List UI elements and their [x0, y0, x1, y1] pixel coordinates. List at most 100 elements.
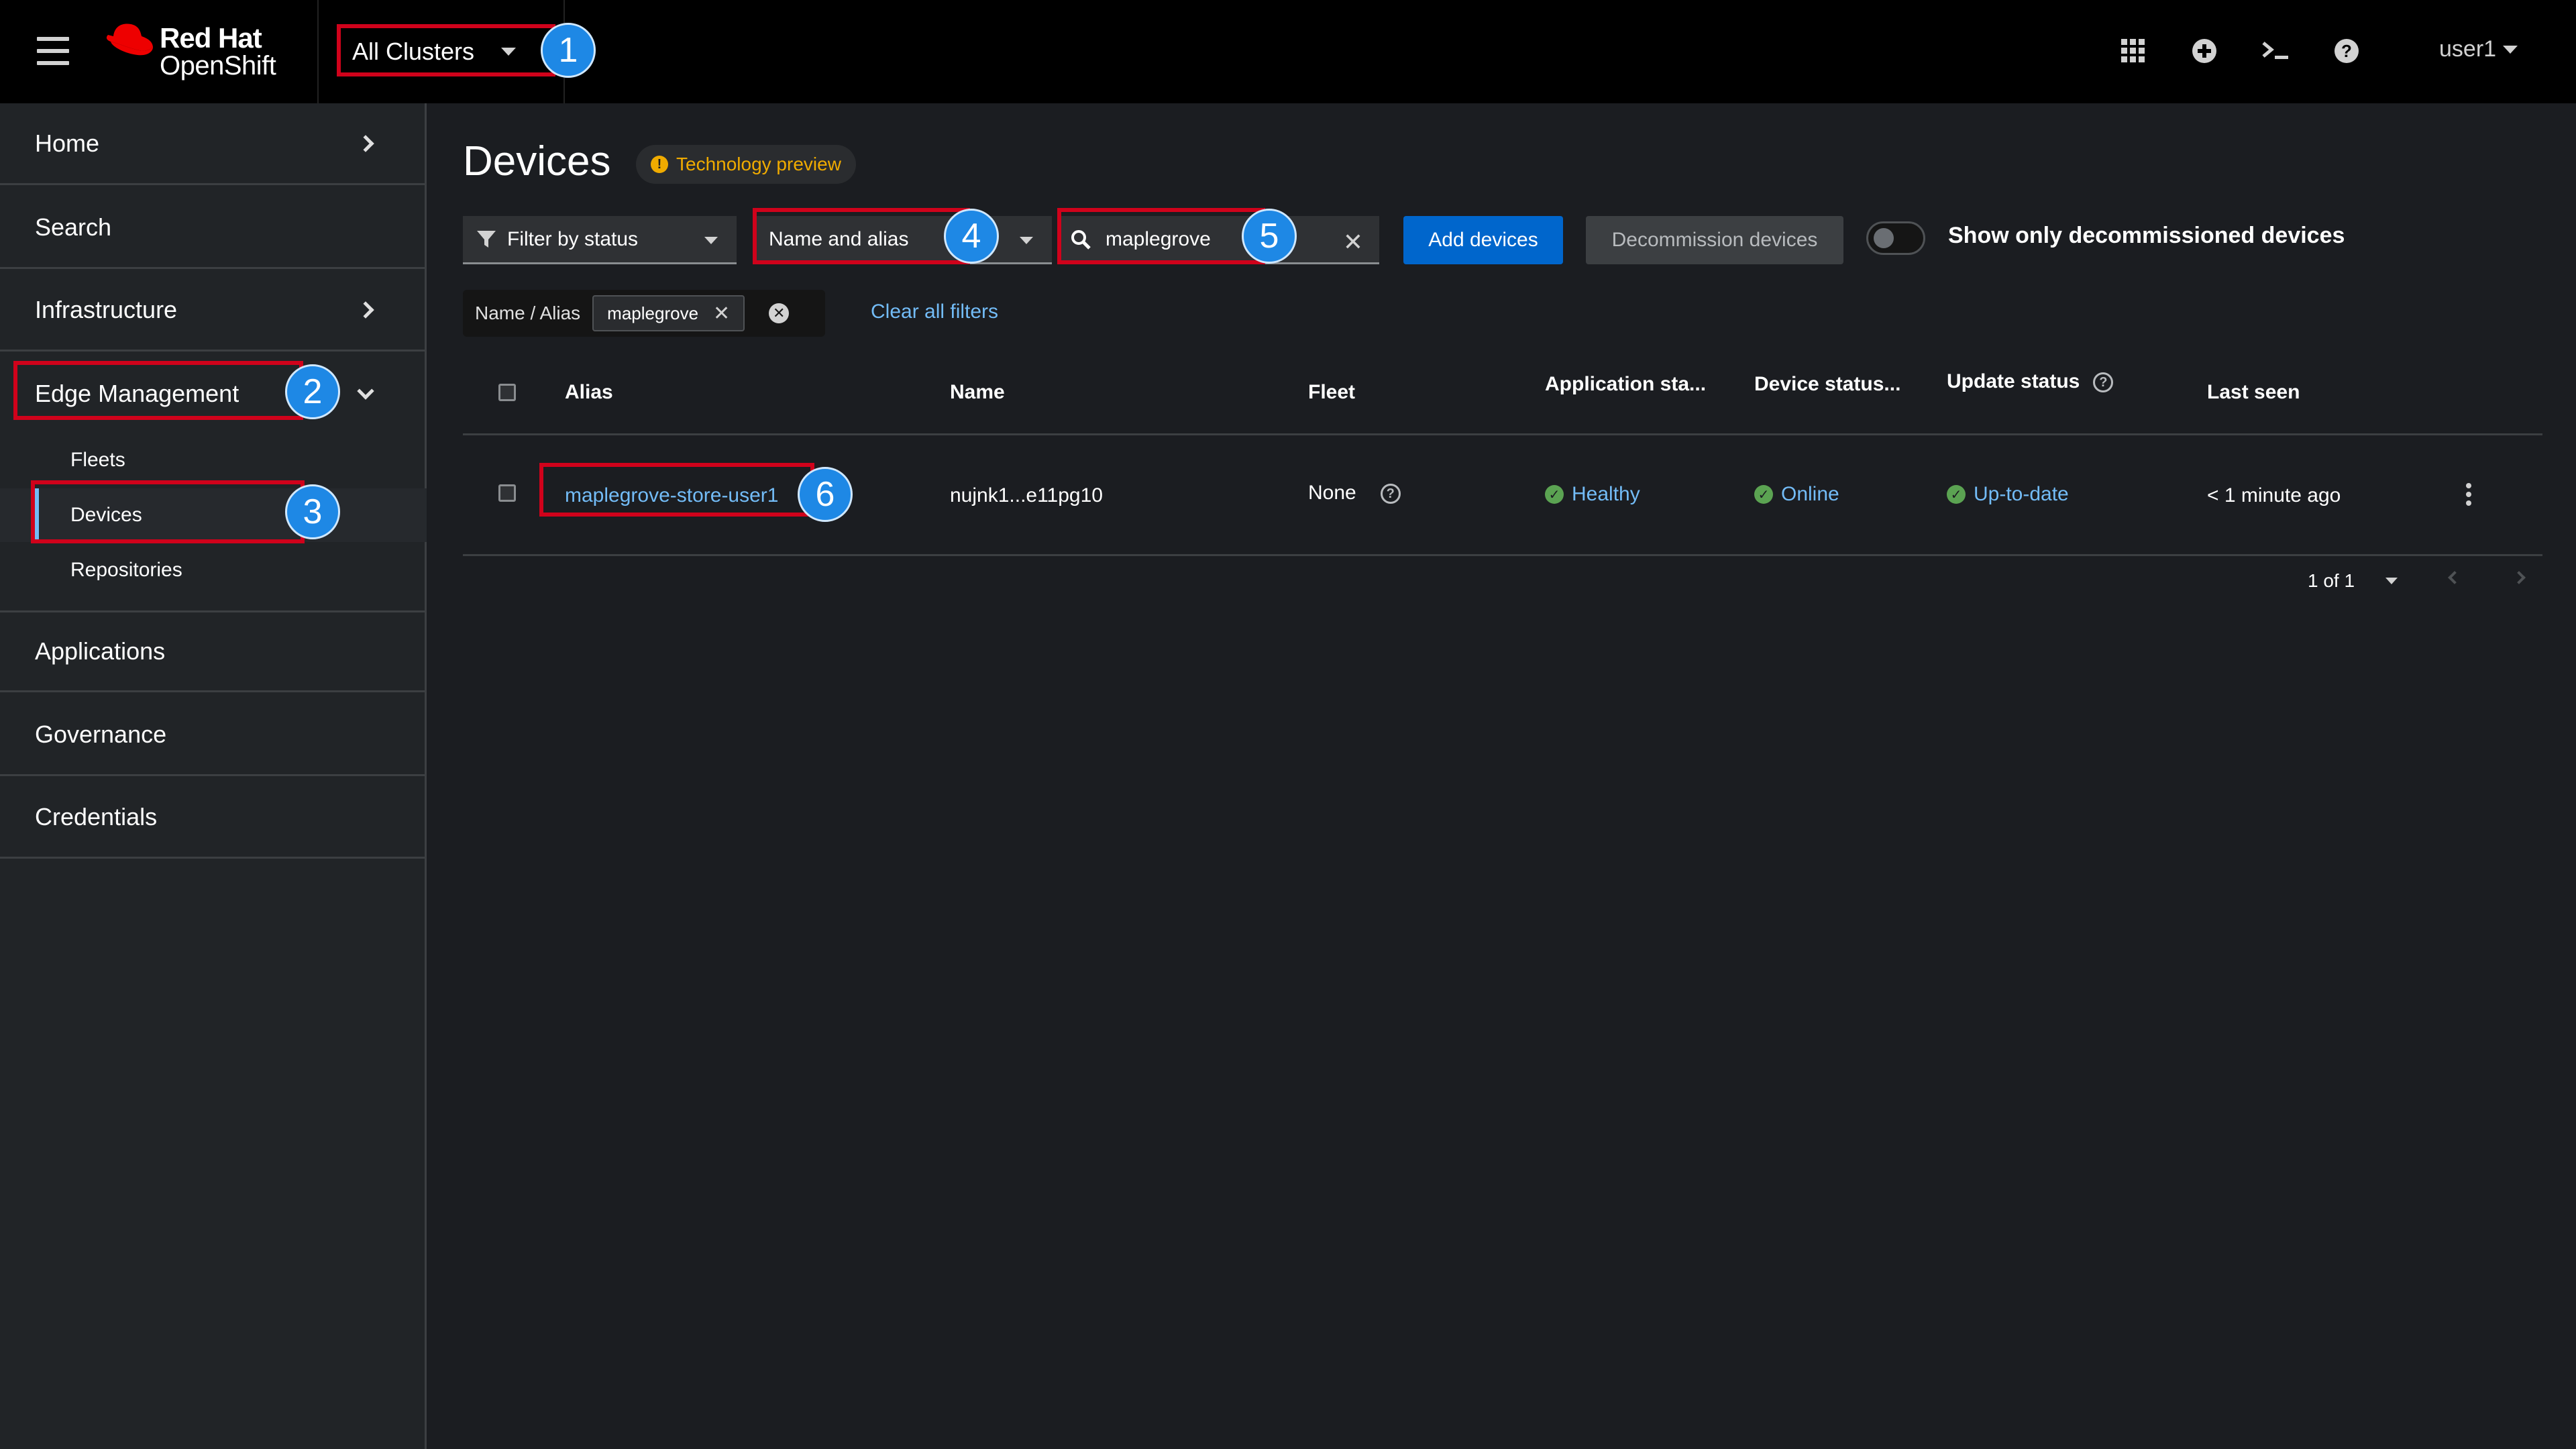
svg-text:?: ? [2341, 41, 2352, 61]
sidebar-item-label: Applications [35, 637, 166, 665]
terminal-icon[interactable] [2258, 34, 2293, 68]
select-all-checkbox[interactable] [498, 384, 516, 401]
highlight-box [31, 480, 305, 543]
caret-down-icon [704, 237, 718, 244]
step-marker: 5 [1242, 209, 1297, 264]
close-chip-group-icon[interactable]: ✕ [769, 303, 790, 323]
table-divider [463, 433, 2542, 435]
last-seen: < 1 minute ago [2207, 484, 2341, 506]
step-marker: 2 [285, 364, 340, 419]
divider [317, 0, 319, 103]
next-page-icon[interactable] [2512, 571, 2526, 584]
filter-by-status-select[interactable]: Filter by status [463, 216, 737, 264]
column-header-application-status[interactable]: Application sta... [1545, 373, 1706, 396]
highlight-box [539, 463, 814, 517]
highlight-box [13, 361, 303, 420]
sidebar-item-label: Fleets [70, 449, 125, 471]
grid-icon[interactable] [2116, 34, 2151, 68]
sidebar-item-label: Governance [35, 720, 167, 748]
filter-chip-group: Name / Alias maplegrove ✕ ✕ [463, 290, 825, 337]
pagination-label: 1 of 1 [2308, 570, 2355, 591]
caret-down-icon [2503, 45, 2518, 54]
info-icon: ! [651, 156, 668, 173]
column-header-name[interactable]: Name [950, 381, 1005, 404]
sidebar-item-label: Home [35, 129, 100, 157]
user-name: user1 [2439, 36, 2497, 62]
application-status-label: Healthy [1572, 483, 1640, 505]
decommissioned-toggle-label: Show only decommissioned devices [1948, 223, 2345, 248]
device-status[interactable]: ✓ Online [1754, 483, 1839, 506]
column-header-device-status[interactable]: Device status... [1754, 373, 1900, 396]
column-header-alias[interactable]: Alias [565, 381, 613, 404]
decommissioned-toggle[interactable] [1866, 221, 1925, 255]
step-marker: 6 [798, 467, 853, 522]
filter-by-status-label: Filter by status [507, 227, 639, 250]
sidebar-item-label: Search [35, 213, 112, 241]
filter-icon [477, 230, 496, 248]
sidebar-item-governance[interactable]: Governance [0, 694, 427, 776]
remove-chip-icon[interactable]: ✕ [713, 302, 730, 325]
highlight-box [753, 208, 970, 264]
sidebar: Home Search Infrastructure Edge Manageme… [0, 103, 427, 1449]
device-fleet: None? [1308, 482, 1401, 504]
help-icon[interactable]: ? [2093, 372, 2114, 393]
pagination-toggle[interactable]: 1 of 1 [2308, 570, 2398, 592]
technology-preview-badge: ! Technology preview [636, 145, 856, 184]
badge-label: Technology preview [676, 154, 841, 174]
filter-chip: maplegrove ✕ [592, 295, 745, 331]
step-marker: 4 [944, 209, 999, 264]
table-divider [463, 554, 2542, 556]
column-header-last-seen[interactable]: Last seen [2207, 381, 2300, 404]
sidebar-item-search[interactable]: Search [0, 187, 427, 269]
chip-category-label: Name / Alias [475, 303, 581, 323]
add-devices-button[interactable]: Add devices [1403, 216, 1563, 264]
help-icon[interactable]: ? [1380, 484, 1401, 504]
chevron-down-icon [357, 382, 374, 400]
help-icon[interactable]: ? [2329, 34, 2364, 68]
chip-value: maplegrove [607, 303, 699, 323]
sidebar-item-repositories[interactable]: Repositories [0, 543, 427, 597]
sidebar-item-label: Repositories [70, 559, 182, 581]
step-marker: 1 [541, 23, 596, 78]
brand-product: OpenShift [160, 51, 276, 80]
check-circle-icon: ✓ [1545, 485, 1564, 504]
column-header-fleet[interactable]: Fleet [1308, 381, 1355, 404]
device-status-label: Online [1781, 483, 1839, 505]
update-status-label: Up-to-date [1974, 483, 2069, 505]
check-circle-icon: ✓ [1754, 485, 1773, 504]
brand-name: Red Hat [160, 22, 262, 54]
chevron-right-icon [357, 301, 374, 319]
highlight-box [337, 24, 555, 76]
device-name: nujnk1...e11pg10 [950, 484, 1103, 506]
sidebar-item-label: Credentials [35, 802, 158, 830]
redhat-logo-icon[interactable] [104, 20, 155, 58]
page-title: Devices [463, 138, 611, 184]
row-checkbox[interactable] [498, 484, 516, 502]
clear-search-icon[interactable]: ✕ [1343, 228, 1363, 256]
fleet-value: None [1308, 482, 1356, 504]
column-header-label: Update status [1947, 370, 2080, 392]
caret-down-icon [2385, 578, 2398, 584]
caret-down-icon [1020, 237, 1033, 244]
chevron-right-icon [357, 134, 374, 152]
hamburger-menu-icon[interactable] [37, 37, 69, 65]
user-menu[interactable]: user1 [2439, 36, 2518, 62]
step-marker: 3 [285, 484, 340, 539]
clear-all-filters-link[interactable]: Clear all filters [871, 301, 998, 323]
application-status[interactable]: ✓ Healthy [1545, 483, 1640, 506]
toggle-knob [1874, 228, 1894, 248]
sidebar-item-label: Infrastructure [35, 295, 178, 323]
sidebar-item-fleets[interactable]: Fleets [0, 433, 427, 487]
sidebar-item-credentials[interactable]: Credentials [0, 777, 427, 859]
highlight-box [1057, 208, 1265, 264]
update-status[interactable]: ✓ Up-to-date [1947, 483, 2069, 506]
sidebar-item-infrastructure[interactable]: Infrastructure [0, 270, 427, 352]
previous-page-icon[interactable] [2448, 571, 2461, 584]
sidebar-item-applications[interactable]: Applications [0, 610, 427, 692]
plus-circle-icon[interactable] [2187, 34, 2222, 68]
check-circle-icon: ✓ [1947, 485, 1966, 504]
kebab-menu-icon[interactable] [2466, 483, 2473, 509]
sidebar-item-home[interactable]: Home [0, 103, 427, 185]
decommission-devices-button[interactable]: Decommission devices [1586, 216, 1843, 264]
column-header-update-status[interactable]: Update status? [1947, 370, 2114, 393]
